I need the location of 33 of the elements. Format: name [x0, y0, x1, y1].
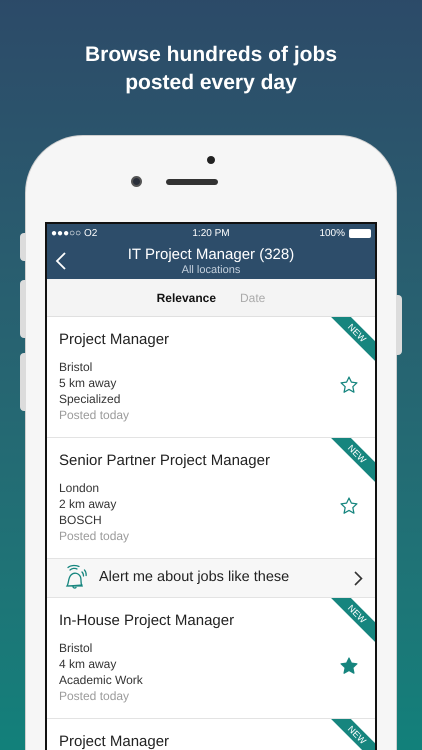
- phone-speaker: [166, 178, 218, 184]
- nav-subtitle: All locations: [182, 264, 240, 276]
- battery-percent: 100%: [319, 227, 346, 241]
- job-title: Project Manager: [59, 330, 170, 350]
- back-icon[interactable]: [55, 252, 66, 270]
- job-detail: Academic Work: [59, 672, 144, 688]
- job-detail: 2 km away: [59, 496, 118, 512]
- star-icon[interactable]: [339, 374, 359, 394]
- star-icon[interactable]: [339, 496, 359, 516]
- carrier-label: ●●●○○ O2: [51, 227, 98, 241]
- posted-date: Posted today: [59, 528, 130, 544]
- status-time: 1:20 PM: [191, 227, 231, 241]
- job-title: Project Manager: [59, 732, 170, 750]
- job-detail: BOSCH: [59, 512, 103, 528]
- chevron-right-icon: [354, 570, 363, 586]
- job-detail: 5 km away: [59, 375, 118, 391]
- job-detail: 4 km away: [59, 656, 118, 672]
- headline: Browse hundreds of jobs posted every day: [84, 42, 338, 96]
- star-icon[interactable]: [339, 656, 359, 676]
- job-title: In-House Project Manager: [59, 611, 234, 631]
- job-detail: Specialized: [59, 391, 122, 407]
- nav-title: IT Project Manager (328): [128, 246, 294, 264]
- battery-icon: [349, 229, 372, 238]
- posted-date: Posted today: [59, 688, 130, 704]
- phone-camera: [207, 156, 215, 164]
- alert-label: Alert me about jobs like these: [99, 568, 290, 588]
- job-detail: Bristol: [59, 640, 94, 656]
- job-detail: Bristol: [59, 359, 94, 375]
- job-title: Senior Partner Project Manager: [59, 451, 270, 471]
- sort-tab[interactable]: Relevance: [156, 288, 216, 306]
- job-detail: London: [59, 480, 100, 496]
- phone-camera: [130, 176, 142, 187]
- posted-date: Posted today: [59, 407, 130, 423]
